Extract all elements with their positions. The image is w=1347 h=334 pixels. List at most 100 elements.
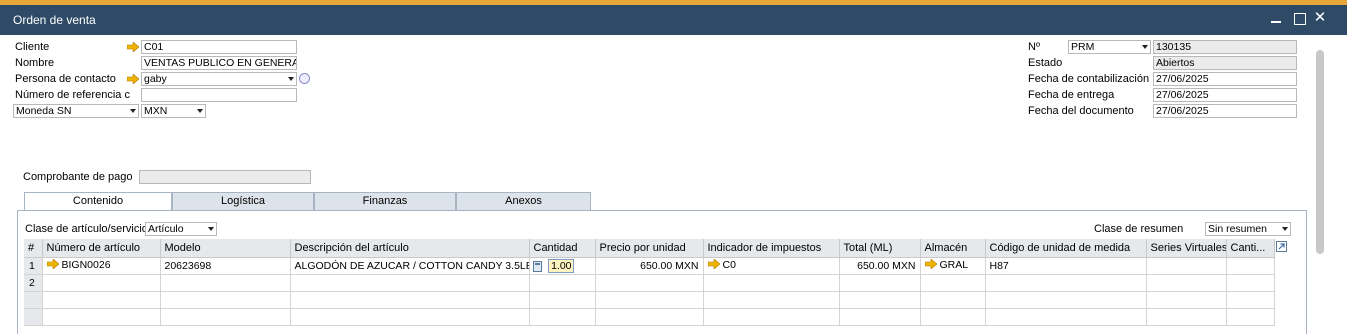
referencia-field[interactable] xyxy=(141,88,297,102)
link-arrow-icon[interactable] xyxy=(46,258,59,272)
link-arrow-icon[interactable] xyxy=(707,258,720,272)
contact-info-icon[interactable] xyxy=(299,73,310,84)
clase-articulo-label: Clase de artículo/servicio xyxy=(25,223,148,235)
comprobante-field xyxy=(139,170,311,184)
col-header-modelo[interactable]: Modelo xyxy=(160,239,291,258)
cantidad-input[interactable]: 1.00 xyxy=(547,258,574,273)
col-header-precio[interactable]: Precio por unidad xyxy=(595,239,704,258)
cell-descripcion[interactable]: ALGODÓN DE AZUCAR / COTTON CANDY 3.5LB xyxy=(290,257,530,275)
empty-cell[interactable] xyxy=(985,291,1147,309)
cell-articulo[interactable]: BIGN0026 xyxy=(42,257,161,275)
cell-canti[interactable] xyxy=(1226,274,1275,292)
link-arrow-icon[interactable] xyxy=(127,42,139,52)
moneda-select[interactable]: MXN xyxy=(141,104,206,118)
chevron-down-icon xyxy=(1282,227,1288,231)
estado-field: Abiertos xyxy=(1153,56,1297,70)
empty-cell[interactable] xyxy=(529,308,596,326)
empty-cell[interactable] xyxy=(839,308,921,326)
minimize-button[interactable] xyxy=(1268,10,1284,26)
cell-modelo[interactable] xyxy=(160,274,291,292)
col-header-cantidad[interactable]: Cantidad xyxy=(529,239,596,258)
table-row[interactable] xyxy=(24,291,1275,309)
chevron-down-icon xyxy=(288,77,294,81)
cell-unidad[interactable]: H87 xyxy=(985,257,1147,275)
col-header-num[interactable]: # xyxy=(24,239,43,258)
cell-cantidad[interactable]: 1.00 xyxy=(529,257,596,275)
col-header-unidad[interactable]: Código de unidad de medida xyxy=(985,239,1147,258)
tab-contenido[interactable]: Contenido xyxy=(24,192,172,211)
empty-cell[interactable] xyxy=(920,291,986,309)
cell-series[interactable] xyxy=(1146,274,1227,292)
cell-total[interactable]: 650.00 MXN xyxy=(839,257,921,275)
cell-canti[interactable] xyxy=(1226,257,1275,275)
col-header-canti[interactable]: Canti... xyxy=(1226,239,1275,258)
vertical-scrollbar[interactable] xyxy=(1316,50,1324,254)
cell-cantidad[interactable] xyxy=(529,274,596,292)
empty-cell[interactable] xyxy=(290,291,530,309)
col-header-articulo[interactable]: Número de artículo xyxy=(42,239,161,258)
cell-almacen[interactable] xyxy=(920,274,986,292)
table-row[interactable] xyxy=(24,308,1275,326)
close-button[interactable]: ✕ xyxy=(1312,10,1328,26)
empty-cell[interactable] xyxy=(595,308,704,326)
documento-field[interactable]: 27/06/2025 xyxy=(1153,104,1297,118)
documento-label: Fecha del documento xyxy=(1028,105,1134,117)
empty-cell[interactable] xyxy=(839,291,921,309)
col-header-total[interactable]: Total (ML) xyxy=(839,239,921,258)
cell-descripcion[interactable] xyxy=(290,274,530,292)
empty-cell[interactable] xyxy=(1226,308,1275,326)
cell-series[interactable] xyxy=(1146,257,1227,275)
cell-unidad[interactable] xyxy=(985,274,1147,292)
empty-cell[interactable] xyxy=(920,308,986,326)
moneda-sn-select[interactable]: Moneda SN xyxy=(13,104,139,118)
empty-cell[interactable] xyxy=(1226,291,1275,309)
clase-resumen-label: Clase de resumen xyxy=(1094,223,1184,235)
almacen-value: GRAL xyxy=(939,259,969,271)
clase-resumen-select[interactable]: Sin resumen xyxy=(1205,222,1291,236)
empty-cell[interactable] xyxy=(42,291,161,309)
nombre-field[interactable]: VENTAS PUBLICO EN GENERAL xyxy=(141,56,297,70)
col-header-almacen[interactable]: Almacén xyxy=(920,239,986,258)
row-number xyxy=(24,308,43,326)
entrega-field[interactable]: 27/06/2025 xyxy=(1153,88,1297,102)
empty-cell[interactable] xyxy=(985,308,1147,326)
cliente-field[interactable]: C01 xyxy=(141,40,297,54)
col-header-impuestos[interactable]: Indicador de impuestos xyxy=(703,239,840,258)
col-header-series[interactable]: Series Virtuales xyxy=(1146,239,1227,258)
cell-almacen[interactable]: GRAL xyxy=(920,257,986,275)
empty-cell[interactable] xyxy=(42,308,161,326)
empty-cell[interactable] xyxy=(290,308,530,326)
clase-articulo-select[interactable]: Artículo xyxy=(145,222,217,236)
calculator-icon[interactable] xyxy=(532,260,542,272)
empty-cell[interactable] xyxy=(1146,291,1227,309)
expand-grid-icon[interactable] xyxy=(1276,241,1287,252)
cell-impuestos[interactable]: C0 xyxy=(703,257,840,275)
cell-articulo[interactable] xyxy=(42,274,161,292)
empty-cell[interactable] xyxy=(703,291,840,309)
maximize-button[interactable] xyxy=(1291,10,1307,26)
cell-total[interactable] xyxy=(839,274,921,292)
serie-select[interactable]: PRM xyxy=(1068,40,1151,54)
cell-impuestos[interactable] xyxy=(703,274,840,292)
cell-precio[interactable] xyxy=(595,274,704,292)
contabilizacion-field[interactable]: 27/06/2025 xyxy=(1153,72,1297,86)
clase-articulo-value: Artículo xyxy=(148,223,184,235)
contacto-select[interactable]: gaby xyxy=(141,72,297,86)
empty-cell[interactable] xyxy=(1146,308,1227,326)
cell-precio[interactable]: 650.00 MXN xyxy=(595,257,704,275)
table-row[interactable]: 1 BIGN0026 20623698 ALGODÓN DE AZUCAR / … xyxy=(24,257,1275,275)
cell-modelo[interactable]: 20623698 xyxy=(160,257,291,275)
empty-cell[interactable] xyxy=(160,308,291,326)
link-arrow-icon[interactable] xyxy=(127,74,139,84)
col-header-descripcion[interactable]: Descripción del artículo xyxy=(290,239,530,258)
link-arrow-icon[interactable] xyxy=(924,258,937,272)
empty-cell[interactable] xyxy=(160,291,291,309)
empty-cell[interactable] xyxy=(595,291,704,309)
empty-cell[interactable] xyxy=(703,308,840,326)
tab-finanzas[interactable]: Finanzas xyxy=(314,192,456,210)
table-row[interactable]: 2 xyxy=(24,274,1275,292)
tab-logistica[interactable]: Logística xyxy=(172,192,314,210)
empty-cell[interactable] xyxy=(529,291,596,309)
tab-anexos[interactable]: Anexos xyxy=(456,192,591,210)
serie-value: PRM xyxy=(1071,41,1095,53)
